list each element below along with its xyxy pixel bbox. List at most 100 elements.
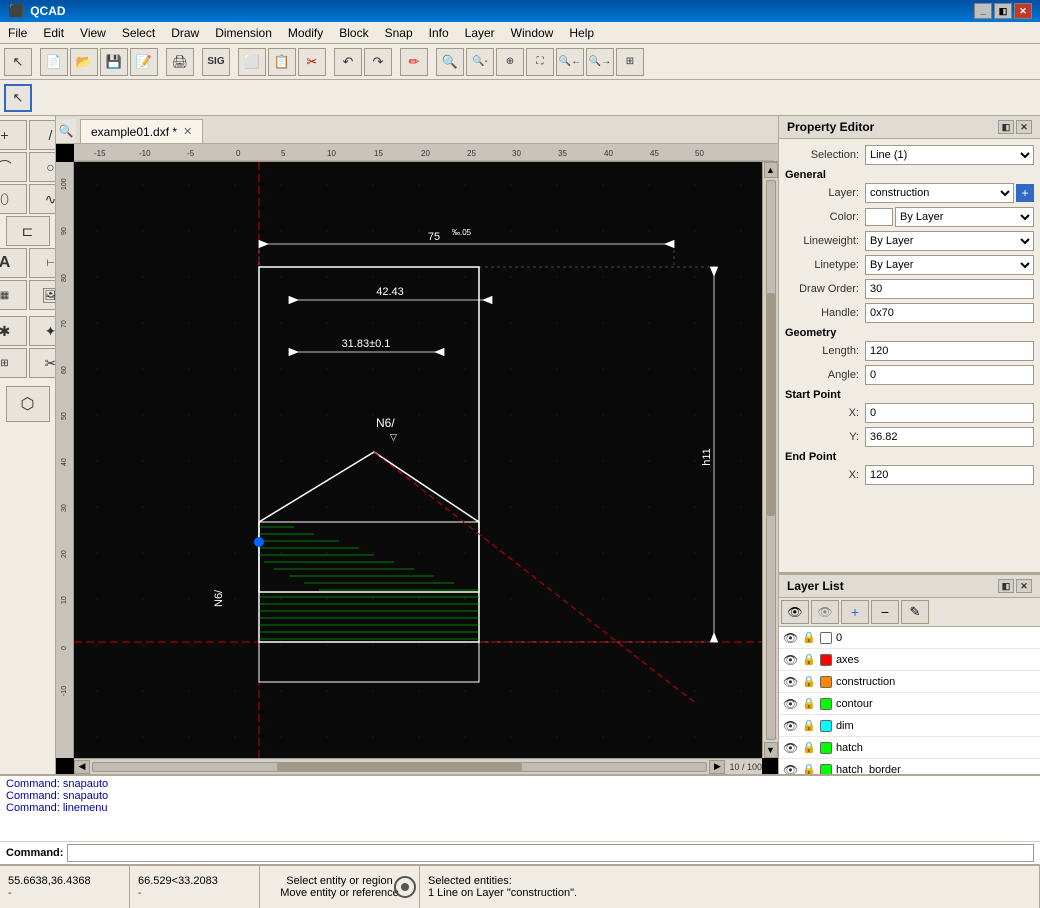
- minimize-button[interactable]: _: [974, 3, 992, 19]
- menu-select[interactable]: Select: [114, 24, 163, 42]
- pe-close-btn[interactable]: ✕: [1016, 120, 1032, 134]
- menu-block[interactable]: Block: [331, 24, 376, 42]
- tool-hatch[interactable]: ▦: [0, 280, 27, 310]
- ll-edit-layer-btn[interactable]: ✎: [901, 600, 929, 624]
- version-btn[interactable]: SIG: [202, 48, 230, 76]
- horizontal-scrollbar[interactable]: ◀ ▶ 10 / 100: [74, 758, 762, 774]
- menu-dimension[interactable]: Dimension: [207, 24, 280, 42]
- menu-window[interactable]: Window: [503, 24, 562, 42]
- close-button[interactable]: ✕: [1014, 3, 1032, 19]
- paste-btn[interactable]: 📋: [268, 48, 296, 76]
- layer-eye-icon[interactable]: 👁: [783, 763, 798, 775]
- ll-restore-btn[interactable]: ◧: [998, 579, 1014, 593]
- linetype-dropdown[interactable]: By Layer: [865, 255, 1034, 275]
- scroll-right-btn[interactable]: ▶: [709, 760, 725, 774]
- layer-row[interactable]: 👁 🔒 0: [779, 627, 1040, 649]
- layer-eye-icon[interactable]: 👁: [783, 675, 798, 689]
- tool-block[interactable]: ⊞: [0, 348, 27, 378]
- zoom-prev-btn[interactable]: 🔍←: [556, 48, 584, 76]
- sp-y-input[interactable]: [865, 427, 1034, 447]
- layer-lock-icon[interactable]: 🔒: [802, 631, 816, 644]
- layer-eye-icon[interactable]: 👁: [783, 697, 798, 711]
- scroll-up-btn[interactable]: ▲: [764, 162, 778, 178]
- selection-dropdown[interactable]: Line (1): [865, 145, 1034, 165]
- zoom-full-btn[interactable]: ⊞: [616, 48, 644, 76]
- angle-input[interactable]: [865, 365, 1034, 385]
- select-arrow-btn[interactable]: ↖: [4, 84, 32, 112]
- layer-eye-icon[interactable]: 👁: [783, 719, 798, 733]
- ll-close-btn[interactable]: ✕: [1016, 579, 1032, 593]
- ep-x-input[interactable]: [865, 465, 1034, 485]
- cut-copy-btn[interactable]: ⬜: [238, 48, 266, 76]
- erase-btn[interactable]: ✏: [400, 48, 428, 76]
- tool-modify[interactable]: ✂: [29, 348, 57, 378]
- layer-add-btn[interactable]: +: [1016, 184, 1034, 202]
- new-btn[interactable]: 📄: [40, 48, 68, 76]
- tool-circle[interactable]: ○: [29, 152, 57, 182]
- save-btn[interactable]: 💾: [100, 48, 128, 76]
- redo-btn[interactable]: ↷: [364, 48, 392, 76]
- layer-row[interactable]: 👁 🔒 construction: [779, 671, 1040, 693]
- select-tool-btn[interactable]: ↖: [4, 48, 32, 76]
- tool-arc[interactable]: ⌒: [0, 152, 27, 182]
- layer-lock-icon[interactable]: 🔒: [802, 763, 816, 774]
- scroll-down-btn[interactable]: ▼: [764, 742, 778, 758]
- zoom-window-btn[interactable]: ⊕: [496, 48, 524, 76]
- tab-search-icon[interactable]: 🔍: [56, 119, 76, 143]
- layer-row[interactable]: 👁 🔒 dim: [779, 715, 1040, 737]
- menu-snap[interactable]: Snap: [377, 24, 421, 42]
- color-dropdown[interactable]: By Layer: [895, 207, 1034, 227]
- ll-show-all-btn[interactable]: 👁: [781, 600, 809, 624]
- layer-row[interactable]: 👁 🔒 hatch_border: [779, 759, 1040, 774]
- layer-lock-icon[interactable]: 🔒: [802, 741, 816, 754]
- menu-file[interactable]: File: [0, 24, 35, 42]
- layer-row[interactable]: 👁 🔒 hatch: [779, 737, 1040, 759]
- menu-layer[interactable]: Layer: [457, 24, 503, 42]
- tool-plus[interactable]: +: [0, 120, 27, 150]
- lineweight-dropdown[interactable]: By Layer: [865, 231, 1034, 251]
- layer-row[interactable]: 👁 🔒 contour: [779, 693, 1040, 715]
- tool-snap2[interactable]: ✦: [29, 316, 57, 346]
- menu-modify[interactable]: Modify: [280, 24, 331, 42]
- zoom-next-btn[interactable]: 🔍→: [586, 48, 614, 76]
- tab-close-icon[interactable]: ✕: [183, 125, 192, 138]
- tool-text[interactable]: A: [0, 248, 27, 278]
- ll-add-layer-btn[interactable]: +: [841, 600, 869, 624]
- ll-delete-layer-btn[interactable]: −: [871, 600, 899, 624]
- menu-edit[interactable]: Edit: [35, 24, 72, 42]
- canvas-container[interactable]: -15 -10 -5 0 5 10 15 20 25 30 35 40 45 5…: [56, 144, 778, 774]
- open-btn[interactable]: 📂: [70, 48, 98, 76]
- menu-help[interactable]: Help: [561, 24, 602, 42]
- saveas-btn[interactable]: 📝: [130, 48, 158, 76]
- vertical-scrollbar[interactable]: ▲ ▼: [762, 162, 778, 758]
- sp-x-input[interactable]: [865, 403, 1034, 423]
- layer-lock-icon[interactable]: 🔒: [802, 697, 816, 710]
- h-scroll-track[interactable]: [92, 762, 707, 772]
- zoom-in-btn[interactable]: 🔍: [436, 48, 464, 76]
- command-input[interactable]: [67, 844, 1034, 862]
- undo-btn[interactable]: ↶: [334, 48, 362, 76]
- zoom-fit-btn[interactable]: ⛶: [526, 48, 554, 76]
- menu-info[interactable]: Info: [421, 24, 457, 42]
- layer-lock-icon[interactable]: 🔒: [802, 653, 816, 666]
- menu-draw[interactable]: Draw: [163, 24, 207, 42]
- v-scroll-track[interactable]: [766, 180, 776, 740]
- layer-eye-icon[interactable]: 👁: [783, 741, 798, 755]
- layer-dropdown[interactable]: construction: [865, 183, 1014, 203]
- maximize-button[interactable]: ◧: [994, 3, 1012, 19]
- scroll-left-btn[interactable]: ◀: [74, 760, 90, 774]
- tool-line[interactable]: /: [29, 120, 57, 150]
- drawing-tab[interactable]: example01.dxf * ✕: [80, 119, 203, 143]
- delete-btn[interactable]: ✂: [298, 48, 326, 76]
- tool-snap[interactable]: ✱: [0, 316, 27, 346]
- tool-3d[interactable]: ⬡: [6, 386, 50, 422]
- layer-lock-icon[interactable]: 🔒: [802, 675, 816, 688]
- layer-lock-icon[interactable]: 🔒: [802, 719, 816, 732]
- layer-eye-icon[interactable]: 👁: [783, 631, 798, 645]
- menu-view[interactable]: View: [72, 24, 114, 42]
- tool-dim[interactable]: ⊢: [29, 248, 57, 278]
- h-scroll-thumb[interactable]: [277, 763, 522, 771]
- layer-eye-icon[interactable]: 👁: [783, 653, 798, 667]
- tool-image[interactable]: 🖼: [29, 280, 57, 310]
- print-btn[interactable]: 🖨: [166, 48, 194, 76]
